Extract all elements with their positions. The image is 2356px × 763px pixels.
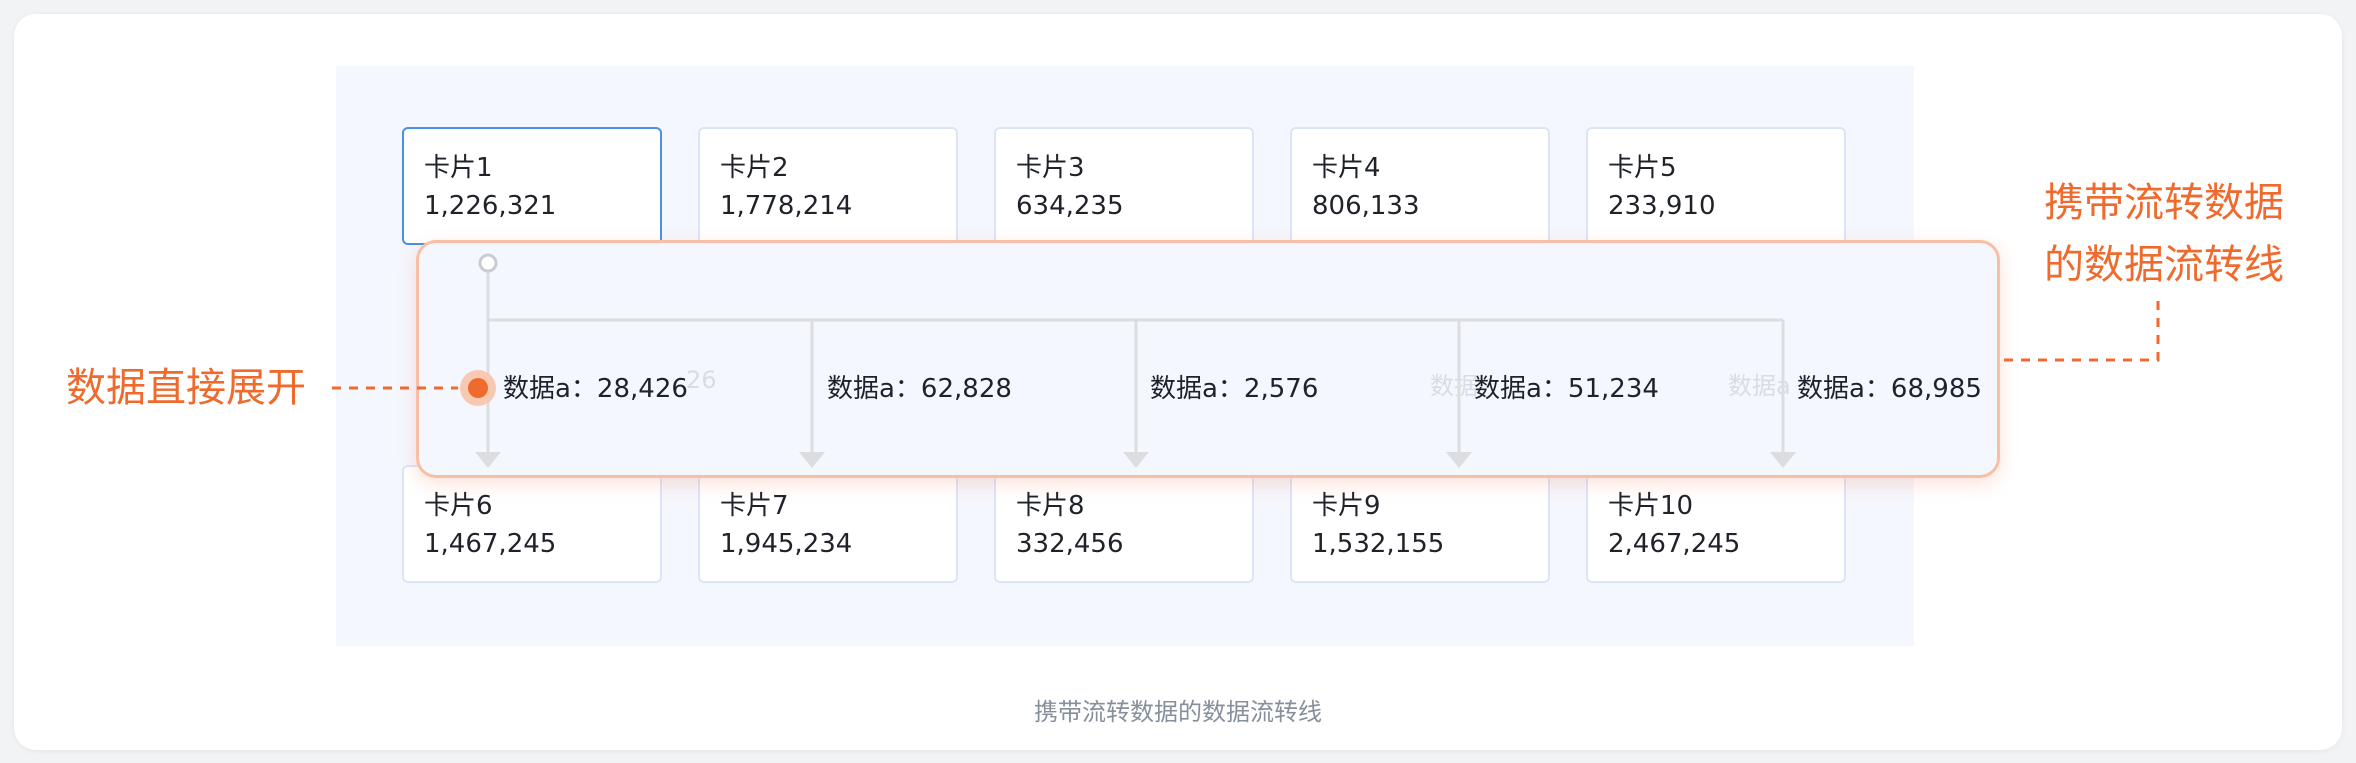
node-dot-icon xyxy=(468,378,488,398)
annotation-flow-line-2: 的数据流转线 xyxy=(2044,242,2284,288)
annotation-expand: 数据直接展开 xyxy=(66,365,306,411)
flow-data-label: 数据a：2,576 xyxy=(1150,374,1319,404)
arrow-head-icon xyxy=(1123,452,1149,468)
annotation-leader-right xyxy=(2004,300,2160,362)
flow-data-label: 数据a：68,985 xyxy=(1797,374,1982,404)
flow-data-label: 数据a：51,234 xyxy=(1474,374,1659,404)
arrow-head-icon xyxy=(799,452,825,468)
arrow-head-icon xyxy=(1446,452,1472,468)
flow-origin-icon xyxy=(478,253,498,273)
figure-caption: 携带流转数据的数据流转线 xyxy=(1034,698,1322,726)
arrow-head-icon xyxy=(475,452,501,468)
annotation-flow-line-1: 携带流转数据 xyxy=(2044,180,2284,226)
flow-data-label: 数据a：62,828 xyxy=(827,374,1012,404)
flow-data-label: 数据a：28,426 xyxy=(503,374,688,404)
arrow-head-icon xyxy=(1770,452,1796,468)
